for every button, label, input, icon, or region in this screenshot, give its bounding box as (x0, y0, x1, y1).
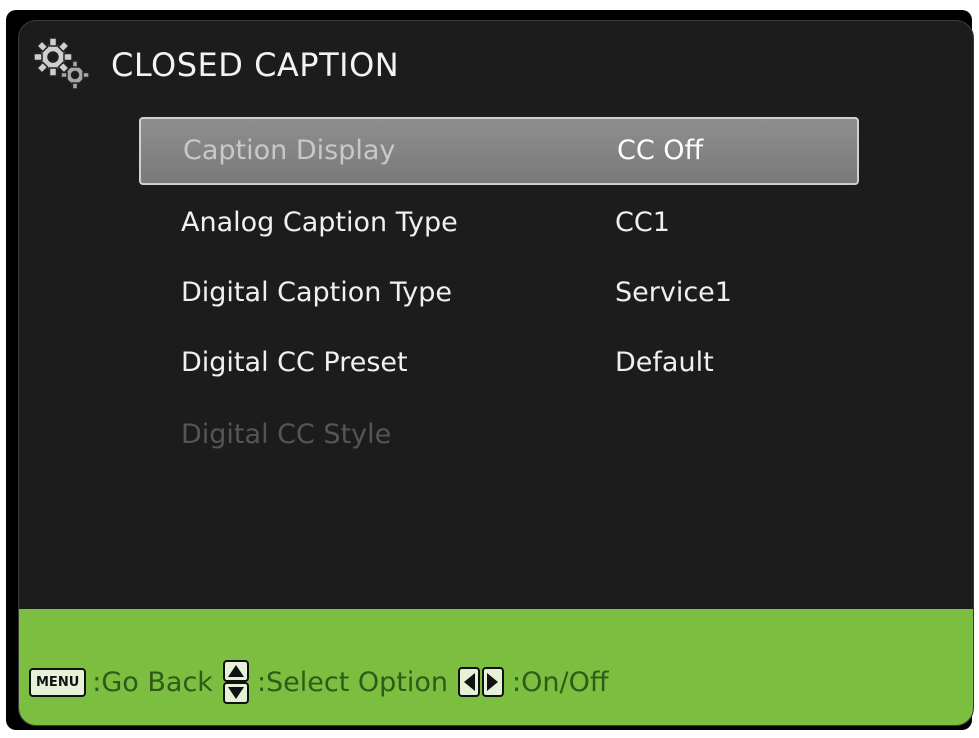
on-off-hint: :On/Off (512, 666, 609, 698)
closed-caption-panel: CLOSED CAPTION Caption Display CC Off An… (18, 20, 974, 726)
menu-item-value: Default (615, 347, 714, 378)
left-right-arrows-icon (458, 667, 505, 697)
up-down-arrows-icon (222, 660, 249, 704)
footer-hints: MENU :Go Back :Select Option :On/Off (29, 660, 614, 704)
menu-item-label: Digital CC Preset (181, 347, 408, 378)
menu-item-label: Digital Caption Type (181, 277, 453, 308)
menu-item-label: Digital CC Style (181, 419, 392, 450)
menu-item-digital-cc-preset[interactable]: Digital CC Preset Default (139, 329, 859, 397)
menu-item-value: Service1 (615, 277, 732, 308)
page-title: CLOSED CAPTION (111, 46, 400, 84)
select-option-hint: :Select Option (256, 666, 449, 698)
menu-item-label: Caption Display (183, 135, 396, 166)
go-back-hint: :Go Back (92, 666, 213, 698)
menu-item-analog-caption-type[interactable]: Analog Caption Type CC1 (139, 189, 859, 257)
gears-icon (33, 37, 90, 90)
menu-item-label: Analog Caption Type (181, 207, 458, 238)
menu-item-digital-caption-type[interactable]: Digital Caption Type Service1 (139, 259, 859, 327)
menu-key-icon: MENU (29, 667, 87, 697)
menu-item-digital-cc-style: Digital CC Style (139, 401, 859, 469)
menu-item-value: CC1 (615, 207, 670, 238)
header: CLOSED CAPTION (31, 35, 399, 95)
menu-item-caption-display[interactable]: Caption Display CC Off (139, 117, 859, 185)
menu-item-value: CC Off (617, 135, 704, 166)
footer-hint-bar: MENU :Go Back :Select Option :On/Off (19, 609, 973, 725)
